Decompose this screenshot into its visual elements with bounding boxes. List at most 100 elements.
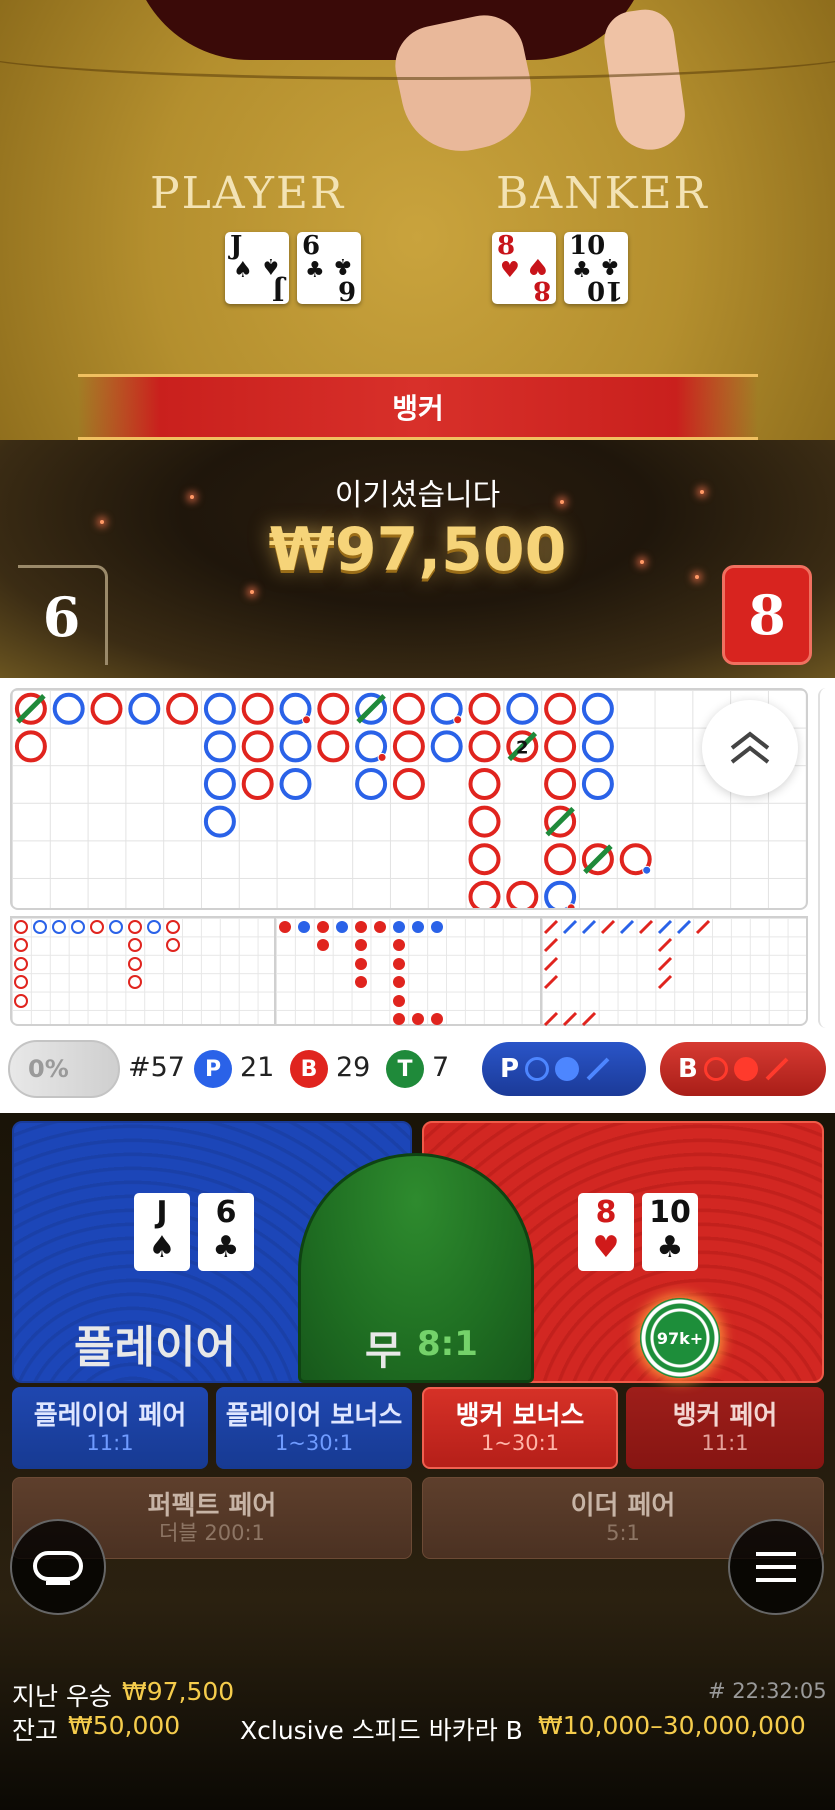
bet-player-card-1: J ♠: [134, 1193, 190, 1271]
chevron-double-up-icon: [730, 731, 770, 764]
big-road-mark: [241, 768, 274, 800]
next-roadmap-edge[interactable]: [818, 688, 835, 1028]
big-eye-road-marks: [14, 920, 180, 1008]
big-road-mark: [128, 692, 161, 725]
player-bonus-bet-odds: 1~30:1: [274, 1431, 354, 1455]
live-video-area: PLAYER BANKER J ♠ ♠ J 6 ♣ ♣ 6 8 ♥ ♥ 8 10 ♣ ♣ 10 뱅커 이기셨…: [0, 0, 835, 678]
big-road-mark: [619, 843, 652, 876]
big-road-mark: [430, 692, 463, 725]
big-road-mark: [203, 730, 236, 763]
table-banker-card-2: 10 ♣ ♣ 10: [564, 232, 628, 305]
chat-button[interactable]: [10, 1519, 106, 1615]
banker-count: 29: [336, 1052, 371, 1083]
banker-ask-label: B: [678, 1054, 698, 1084]
win-amount: ₩97,500: [268, 515, 567, 585]
banker-bonus-bet-odds: 1~30:1: [480, 1431, 560, 1455]
clock: # 22:32:05: [708, 1679, 827, 1703]
big-road-mark: [430, 730, 463, 763]
big-road-mark: [241, 730, 274, 763]
big-road-mark: [317, 730, 350, 763]
percent-toggle[interactable]: 0%: [8, 1040, 120, 1098]
bet-banker-card-2: 10 ♣: [642, 1193, 698, 1271]
hamburger-menu-icon: [756, 1552, 796, 1582]
big-road-mark: [581, 692, 614, 725]
either-pair-bet-odds: 5:1: [606, 1521, 640, 1545]
big-road-mark: [581, 843, 614, 876]
big-road-mark: [355, 768, 388, 800]
red-slash-icon: [765, 1057, 789, 1081]
big-road-mark: [355, 692, 388, 725]
blue-ring-icon: [525, 1057, 550, 1081]
big-road-mark: [468, 692, 501, 725]
blue-slash-icon: [586, 1057, 610, 1081]
banker-ask-button[interactable]: B: [660, 1042, 826, 1096]
banker-pair-bet[interactable]: 뱅커 페어 11:1: [626, 1387, 824, 1469]
big-road-mark: [90, 692, 123, 725]
bet-player-card-2: 6 ♣: [198, 1193, 254, 1271]
cockroach-road-marks: [543, 919, 711, 1027]
player-count-badge: P: [194, 1050, 232, 1088]
big-road-mark: [14, 692, 47, 725]
cockroach-road: [542, 916, 808, 1027]
big-eye-road: [10, 916, 276, 1026]
chip-value: 97k+: [656, 1328, 704, 1348]
big-road-mark: [506, 692, 539, 725]
table-player-card-1: J ♠ ♠ J: [225, 232, 289, 305]
small-road-marks: [279, 921, 443, 1025]
menu-button[interactable]: [728, 1519, 824, 1615]
big-road-mark: [581, 768, 614, 800]
tie-count-badge: T: [386, 1050, 424, 1088]
player-score: 6: [18, 565, 108, 665]
stats-row: 0% #57 P 21 B 29 T 7 P B: [0, 1038, 835, 1100]
big-road-mark: 2: [506, 730, 539, 763]
banker-bonus-bet-title: 뱅커 보너스: [455, 1401, 585, 1431]
banker-pair-bet-odds: 11:1: [701, 1431, 749, 1455]
table-player-card-2: 6 ♣ ♣ 6: [297, 232, 361, 305]
result-banner: 뱅커: [78, 374, 758, 440]
red-dot-icon: [733, 1057, 758, 1081]
last-win-value: ₩97,500: [122, 1677, 235, 1706]
red-ring-icon: [703, 1057, 728, 1081]
perfect-pair-bet-title: 퍼펙트 페어: [147, 1491, 277, 1521]
big-road-mark: [392, 692, 425, 725]
banker-score: 8: [722, 565, 812, 665]
big-road-mark: [241, 692, 274, 725]
banker-count-badge: B: [290, 1050, 328, 1088]
player-bonus-bet[interactable]: 플레이어 보너스 1~30:1: [216, 1387, 412, 1469]
tie-bet-label: 무: [365, 1328, 402, 1374]
bet-banker-card-1: 8 ♥: [578, 1193, 634, 1271]
player-ask-label: P: [500, 1054, 520, 1084]
big-road-mark: [544, 805, 577, 838]
svg-text:2: 2: [516, 737, 529, 758]
last-win-label: 지난 우승: [12, 1682, 112, 1711]
big-road-mark: [52, 692, 85, 725]
big-road-mark: [544, 730, 577, 763]
player-pair-bet-odds: 11:1: [86, 1431, 134, 1455]
tie-bet-spot[interactable]: 무 8:1: [298, 1153, 534, 1383]
round-number: #57: [128, 1052, 185, 1083]
player-pair-bet[interactable]: 플레이어 페어 11:1: [12, 1387, 208, 1469]
placed-chip[interactable]: 97k+: [640, 1298, 720, 1378]
collapse-roadmap-button[interactable]: [702, 700, 798, 796]
roadmap-panel: 2 0% #57 P 21 B 29 T 7 P B: [0, 678, 835, 1113]
big-road[interactable]: 2: [10, 688, 808, 910]
big-road-mark: [468, 843, 501, 876]
big-road-mark: [203, 805, 236, 838]
table-banker-card-1: 8 ♥ ♥ 8: [492, 232, 556, 305]
player-bet-label: 플레이어: [74, 1322, 236, 1373]
big-road-mark: [468, 730, 501, 763]
player-ask-button[interactable]: P: [482, 1042, 646, 1096]
big-road-mark: [392, 768, 425, 800]
big-road-mark: [468, 805, 501, 838]
balance-label: 잔고: [12, 1716, 59, 1745]
big-road-mark: [544, 880, 577, 908]
big-road-mark: [166, 692, 199, 725]
perfect-pair-bet-odds: 더블 200:1: [159, 1521, 265, 1545]
win-message: 이기셨습니다: [334, 478, 501, 513]
table-banker-label: BANKER: [496, 168, 709, 219]
big-road-mark: [468, 768, 501, 800]
player-pair-bet-title: 플레이어 페어: [33, 1401, 187, 1431]
banker-bonus-bet[interactable]: 뱅커 보너스 1~30:1: [422, 1387, 618, 1469]
big-road-mark: [468, 880, 501, 908]
player-bonus-bet-title: 플레이어 보너스: [225, 1401, 403, 1431]
